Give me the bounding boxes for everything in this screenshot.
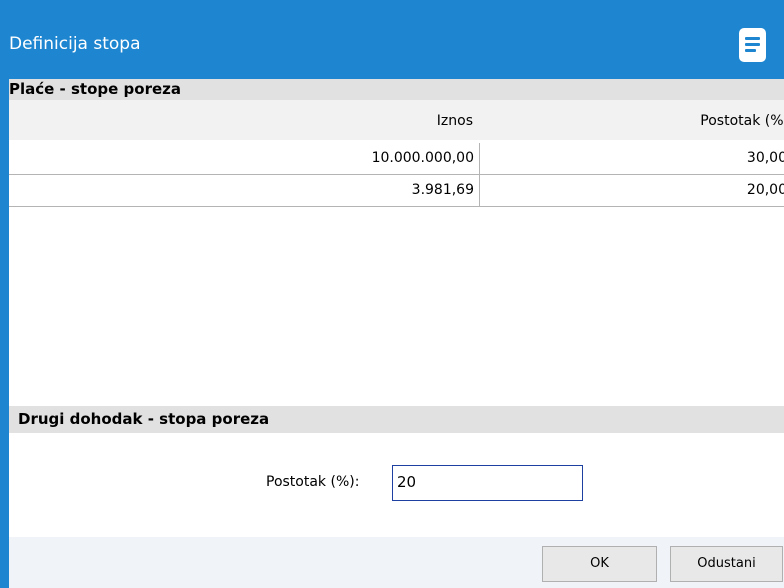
list-menu-icon[interactable] bbox=[739, 28, 766, 62]
column-header-iznos[interactable]: Iznos bbox=[9, 100, 480, 140]
table-cell-postotak[interactable]: 30,00 bbox=[480, 143, 784, 175]
postotak-label: Postotak (%): bbox=[266, 474, 360, 490]
window-frame-left bbox=[0, 90, 9, 588]
postotak-input[interactable]: 20 bbox=[392, 465, 583, 501]
table-cell-iznos[interactable]: 10.000.000,00 bbox=[9, 143, 480, 175]
section-title-place: Plaće - stope poreza bbox=[9, 79, 784, 100]
ok-button[interactable]: OK bbox=[542, 546, 657, 582]
table-cell-postotak[interactable]: 20,00 bbox=[480, 175, 784, 207]
cancel-button[interactable]: Odustani bbox=[670, 546, 783, 582]
section-title-drugi-dohodak: Drugi dohodak - stopa poreza bbox=[9, 406, 784, 433]
table-cell-iznos[interactable]: 3.981,69 bbox=[9, 175, 480, 207]
window-title: Definicija stopa bbox=[9, 34, 141, 54]
button-bar bbox=[9, 537, 784, 588]
column-header-postotak[interactable]: Postotak (%) bbox=[480, 100, 784, 140]
